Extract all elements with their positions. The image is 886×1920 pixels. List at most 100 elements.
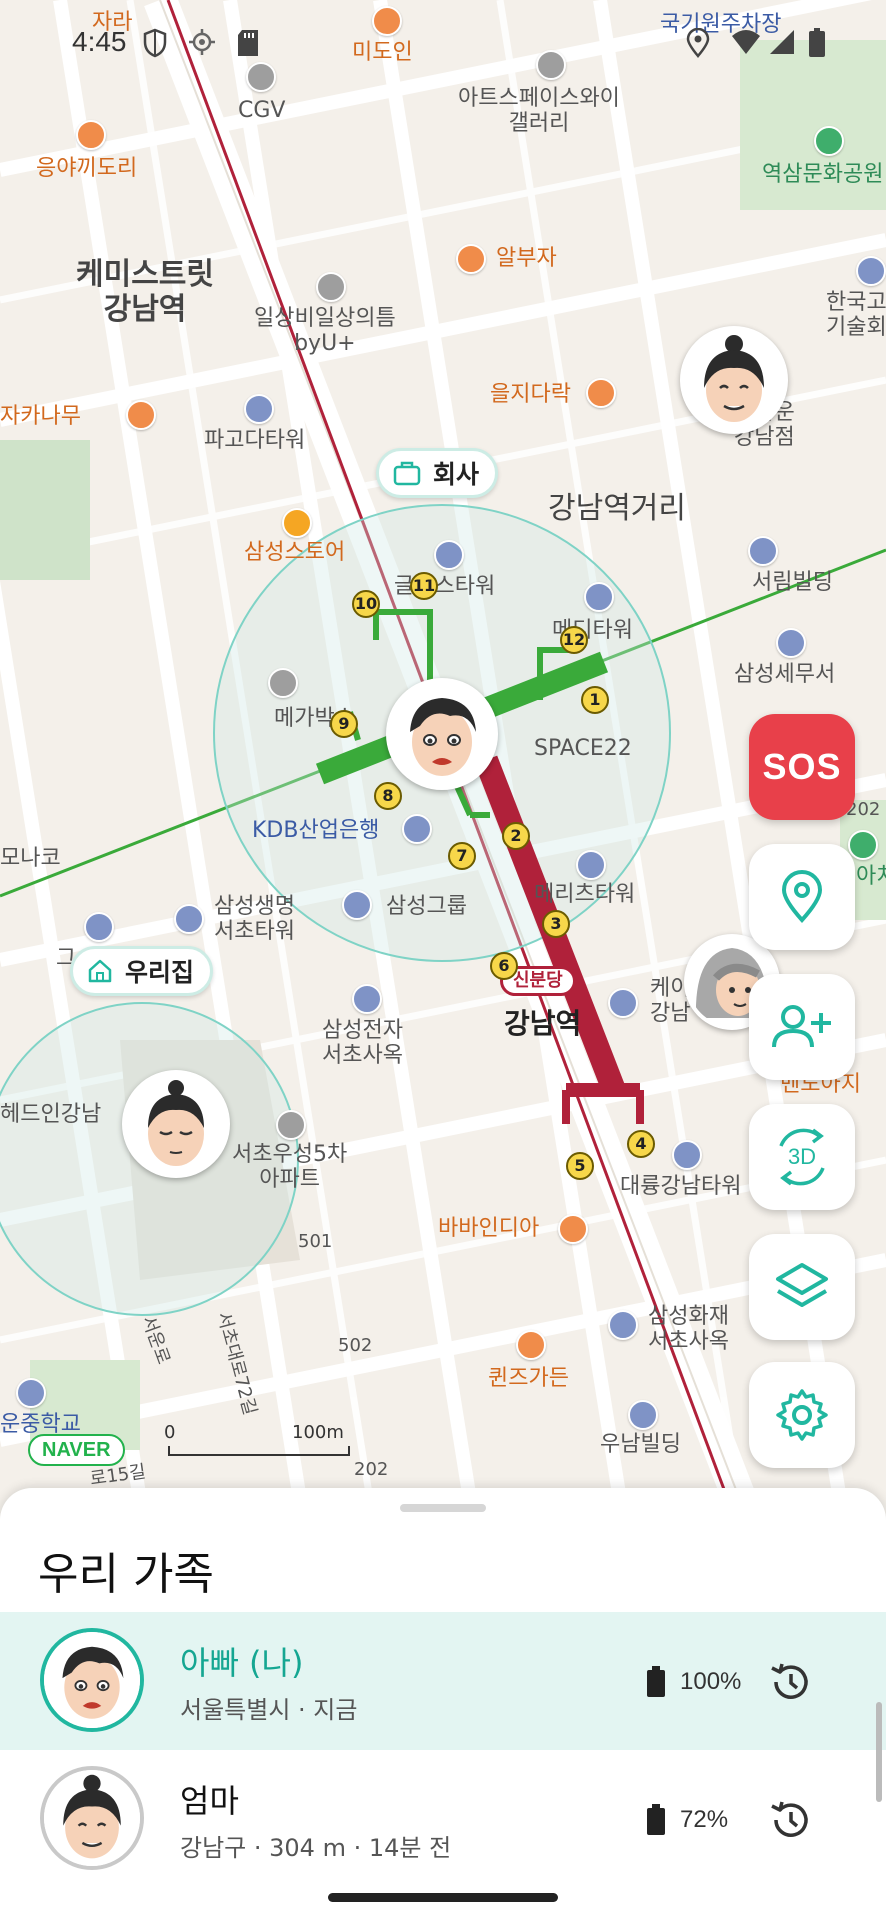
dad-face-icon — [44, 1632, 140, 1728]
subway-exit-2[interactable]: 2 — [502, 822, 530, 850]
settings-button[interactable] — [749, 1362, 855, 1468]
avatar-mom-map-marker[interactable] — [680, 326, 788, 434]
park-icon — [848, 830, 878, 860]
map-label-woonam: 우남빌딩 — [600, 1432, 681, 1457]
avatar-child-map-marker[interactable] — [122, 1070, 230, 1178]
subway-exit-10[interactable]: 10 — [352, 590, 380, 618]
map-label-hedin: 헤드인강남 — [0, 1102, 102, 1127]
place-tag-company[interactable]: 회사 — [376, 448, 499, 498]
map-label-ilsang: 일상비일상의틈 byU+ — [254, 306, 396, 357]
building-icon — [584, 582, 614, 612]
add-user-icon — [772, 1005, 831, 1048]
history-icon[interactable] — [768, 1798, 812, 1842]
shield-icon — [143, 28, 167, 58]
building-icon — [608, 1310, 638, 1340]
member-location: 서울특별시 · 지금 — [180, 1696, 358, 1724]
map-label-queens-garden: 퀸즈가든 — [488, 1366, 569, 1391]
location-pin-icon — [781, 870, 823, 923]
avatar — [40, 1766, 144, 1870]
cinema-icon — [268, 668, 298, 698]
building-icon — [84, 912, 114, 942]
map-label-samsung-group: 삼성그룹 — [386, 894, 467, 919]
place-tag-home-label: 우리집 — [125, 959, 195, 987]
restaurant-icon — [456, 244, 486, 274]
location-target-icon — [189, 29, 215, 55]
map-label-euljidarak: 을지다락 — [490, 382, 571, 407]
my-location-button[interactable] — [749, 844, 855, 950]
signal-icon — [770, 30, 794, 54]
subway-exit-1[interactable]: 1 — [581, 686, 609, 714]
school-icon — [16, 1378, 46, 1408]
subway-exit-11[interactable]: 11 — [410, 572, 438, 600]
battery-icon — [647, 1666, 665, 1697]
building-icon — [434, 540, 464, 570]
mom-face-icon — [44, 1770, 140, 1866]
gesture-nav-pill[interactable] — [328, 1893, 558, 1902]
subway-exit-8[interactable]: 8 — [374, 782, 402, 810]
map-scale-bar: 0 100m — [164, 1422, 358, 1458]
map-label-hanguk: 한국고 기술회 — [826, 290, 886, 341]
map-label-samsung-fire: 삼성화재 서초사옥 — [648, 1304, 729, 1355]
map-label-502: 502 — [338, 1335, 373, 1356]
subway-exit-7[interactable]: 7 — [448, 842, 476, 870]
member-battery: 100% — [680, 1668, 742, 1695]
3d-label: 3D — [788, 1144, 816, 1169]
building-icon — [608, 988, 638, 1018]
scale-start-label: 0 — [164, 1422, 176, 1443]
subway-exit-3[interactable]: 3 — [542, 910, 570, 938]
building-icon — [856, 256, 886, 286]
rotate-3d-icon: 3D — [779, 1128, 825, 1186]
map-label-space22: SPACE22 — [534, 736, 632, 761]
subway-exit-9[interactable]: 9 — [330, 710, 358, 738]
sheet-drag-handle[interactable] — [400, 1504, 486, 1512]
status-time: 4:45 — [72, 26, 127, 57]
map-label-samsung-semusa: 삼성세무서 — [734, 662, 836, 687]
gear-icon — [776, 1389, 828, 1441]
member-row-dad[interactable]: 아빠 (나) 서울특별시 · 지금 100% — [0, 1612, 886, 1750]
map-label-cgv: CGV — [238, 98, 286, 123]
subway-exit-4[interactable]: 4 — [627, 1130, 655, 1158]
restaurant-icon — [76, 120, 106, 150]
home-icon — [88, 959, 112, 983]
map-label-bavindia: 바바인디아 — [438, 1216, 540, 1241]
map-label-seorim: 서림빌딩 — [752, 570, 833, 595]
building-icon — [244, 394, 274, 424]
apartment-icon — [276, 1110, 306, 1140]
subway-exit-6[interactable]: 6 — [490, 952, 518, 980]
restaurant-icon — [126, 400, 156, 430]
member-battery: 72% — [680, 1806, 729, 1833]
place-tag-home[interactable]: 우리집 — [70, 946, 214, 996]
subway-exit-5[interactable]: 5 — [566, 1152, 594, 1180]
building-icon — [174, 904, 204, 934]
dad-face-icon — [390, 682, 494, 786]
map-label-albuja: 알부자 — [496, 246, 557, 271]
status-bar: 4:45 — [0, 0, 886, 90]
3d-view-button[interactable]: 3D — [749, 1104, 855, 1210]
map-label-seocho-apt: 서초우성5차 아파트 — [232, 1142, 348, 1193]
member-location: 강남구 · 304 m · 14분 전 — [180, 1834, 452, 1862]
family-bottom-sheet[interactable]: 우리 가족 아빠 (나) 서울특별시 · 지금 100% 엄마 강남구 · 30… — [0, 1488, 886, 1920]
map-layers-button[interactable] — [749, 1234, 855, 1340]
naver-logo: NAVER — [28, 1434, 125, 1466]
map-label-daeryung: 대륭강남타워 — [620, 1174, 742, 1199]
scale-bar-line — [168, 1446, 350, 1456]
subway-exit-12[interactable]: 12 — [560, 626, 588, 654]
map-label-samsung-store: 삼성스토어 — [244, 540, 346, 565]
building-icon — [672, 1140, 702, 1170]
tax-office-icon — [776, 628, 806, 658]
member-row-mom[interactable]: 엄마 강남구 · 304 m · 14분 전 72% — [0, 1750, 886, 1888]
sd-card-icon — [238, 30, 258, 56]
map-label-gangnam-station: 강남역 — [504, 1007, 582, 1040]
history-icon[interactable] — [768, 1660, 812, 1704]
sheet-scrollbar[interactable] — [876, 1702, 882, 1802]
building-icon — [628, 1400, 658, 1430]
battery-icon — [647, 1804, 665, 1835]
map-label-yeoksam-park: 역삼문화공원 — [762, 162, 884, 187]
sos-button[interactable]: SOS — [749, 714, 855, 820]
map-label-pagoda: 파고다타워 — [204, 428, 306, 453]
add-member-button[interactable] — [749, 974, 855, 1080]
mom-face-icon — [684, 330, 784, 430]
map-label-monaco: 모나코 — [0, 846, 61, 871]
place-tag-company-label: 회사 — [433, 461, 480, 489]
avatar-dad-map-marker[interactable] — [386, 678, 498, 790]
